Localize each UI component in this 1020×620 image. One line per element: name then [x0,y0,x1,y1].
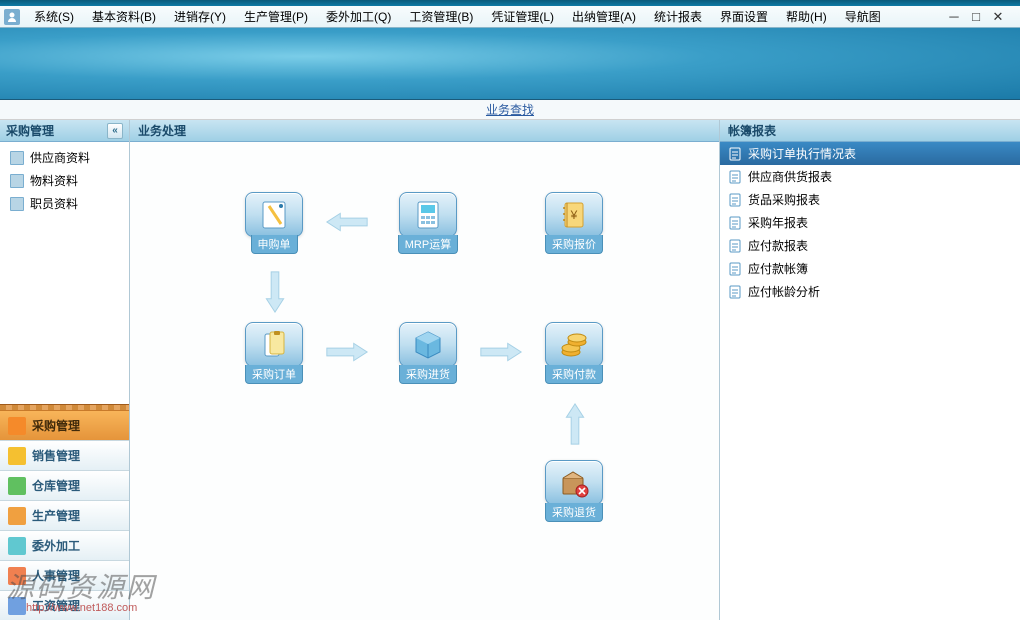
sidebar-item[interactable]: 职员资料 [0,192,129,215]
report-icon [728,216,742,230]
report-icon [728,285,742,299]
flow-node-quote[interactable]: ¥ 采购报价 [543,192,605,254]
report-icon [728,193,742,207]
flow-node-order[interactable]: 采购订单 [243,322,305,384]
clipboard-icon [245,322,303,367]
return-box-icon [545,460,603,505]
flow-node-req[interactable]: 申购单 [243,192,305,254]
minimize-button[interactable]: － [946,10,962,24]
document-icon [10,174,24,188]
sidebar: 采购管理 « 供应商资料物料资料职员资料 采购管理销售管理仓库管理生产管理委外加… [0,120,130,620]
module-icon [8,447,26,465]
business-ops-header: 业务处理 [130,120,719,142]
module-icon [8,597,26,615]
report-icon [728,262,742,276]
report-item[interactable]: 应付款帐簿 [720,257,1020,280]
nav-stack-item[interactable]: 委外加工 [0,530,129,560]
flow-arrow [323,340,371,364]
menu-item[interactable]: 基本资料(B) [84,6,164,27]
flow-canvas: 申购单 MRP运算 ¥ 采购报价 采购订单 [130,142,719,620]
flow-node-pay[interactable]: 采购付款 [543,322,605,384]
restore-button[interactable]: □ [968,10,984,24]
flow-arrow [477,340,525,364]
nav-stack-item[interactable]: 仓库管理 [0,470,129,500]
report-icon [728,147,742,161]
banner [0,28,1020,100]
menu-item[interactable]: 界面设置 [712,6,776,27]
notepad-icon [245,192,303,237]
module-icon [8,537,26,555]
report-item[interactable]: 供应商供货报表 [720,165,1020,188]
flow-arrow [563,400,587,448]
flow-arrow [323,210,371,234]
nav-stack-item[interactable]: 工资管理 [0,590,129,620]
reports-header: 帐簿报表 [720,120,1020,142]
flow-node-mrp[interactable]: MRP运算 [397,192,459,254]
business-search-link[interactable]: 业务查找 [486,103,534,117]
module-icon [8,477,26,495]
menu-bar: 系统(S)基本资料(B)进销存(Y)生产管理(P)委外加工(Q)工资管理(B)凭… [0,6,1020,28]
menu-item[interactable]: 凭证管理(L) [483,6,562,27]
module-icon [8,507,26,525]
menu-item[interactable]: 出纳管理(A) [564,6,644,27]
flow-node-ret[interactable]: 采购退货 [543,460,605,522]
report-item[interactable]: 应付款报表 [720,234,1020,257]
top-link-bar: 业务查找 [0,100,1020,120]
close-button[interactable]: ✕ [990,10,1006,24]
flow-arrow [263,268,287,316]
sidebar-title: 采购管理 [6,122,54,139]
collapse-sidebar-button[interactable]: « [107,123,123,139]
menu-item[interactable]: 统计报表 [646,6,710,27]
report-item[interactable]: 采购年报表 [720,211,1020,234]
report-icon [728,239,742,253]
document-icon [10,151,24,165]
flow-node-in[interactable]: 采购进货 [397,322,459,384]
report-item[interactable]: 应付帐龄分析 [720,280,1020,303]
sidebar-item[interactable]: 物料资料 [0,169,129,192]
nav-stack-item[interactable]: 生产管理 [0,500,129,530]
report-item[interactable]: 采购订单执行情况表 [720,142,1020,165]
price-book-icon: ¥ [545,192,603,237]
menu-item[interactable]: 进销存(Y) [166,6,234,27]
document-icon [10,197,24,211]
calculator-icon [399,192,457,237]
coins-icon [545,322,603,367]
menu-item[interactable]: 工资管理(B) [401,6,481,27]
menu-item[interactable]: 导航图 [837,6,889,27]
report-item[interactable]: 货品采购报表 [720,188,1020,211]
menu-item[interactable]: 系统(S) [26,6,82,27]
app-icon [4,9,20,25]
sidebar-header: 采购管理 « [0,120,129,142]
sidebar-item[interactable]: 供应商资料 [0,146,129,169]
menu-item[interactable]: 帮助(H) [778,6,835,27]
svg-text:¥: ¥ [570,208,578,222]
nav-stack-item[interactable]: 人事管理 [0,560,129,590]
package-in-icon [399,322,457,367]
menu-item[interactable]: 委外加工(Q) [318,6,399,27]
nav-stack-item[interactable]: 采购管理 [0,410,129,440]
menu-item[interactable]: 生产管理(P) [236,6,316,27]
report-icon [728,170,742,184]
nav-stack-item[interactable]: 销售管理 [0,440,129,470]
module-icon [8,417,26,435]
module-icon [8,567,26,585]
